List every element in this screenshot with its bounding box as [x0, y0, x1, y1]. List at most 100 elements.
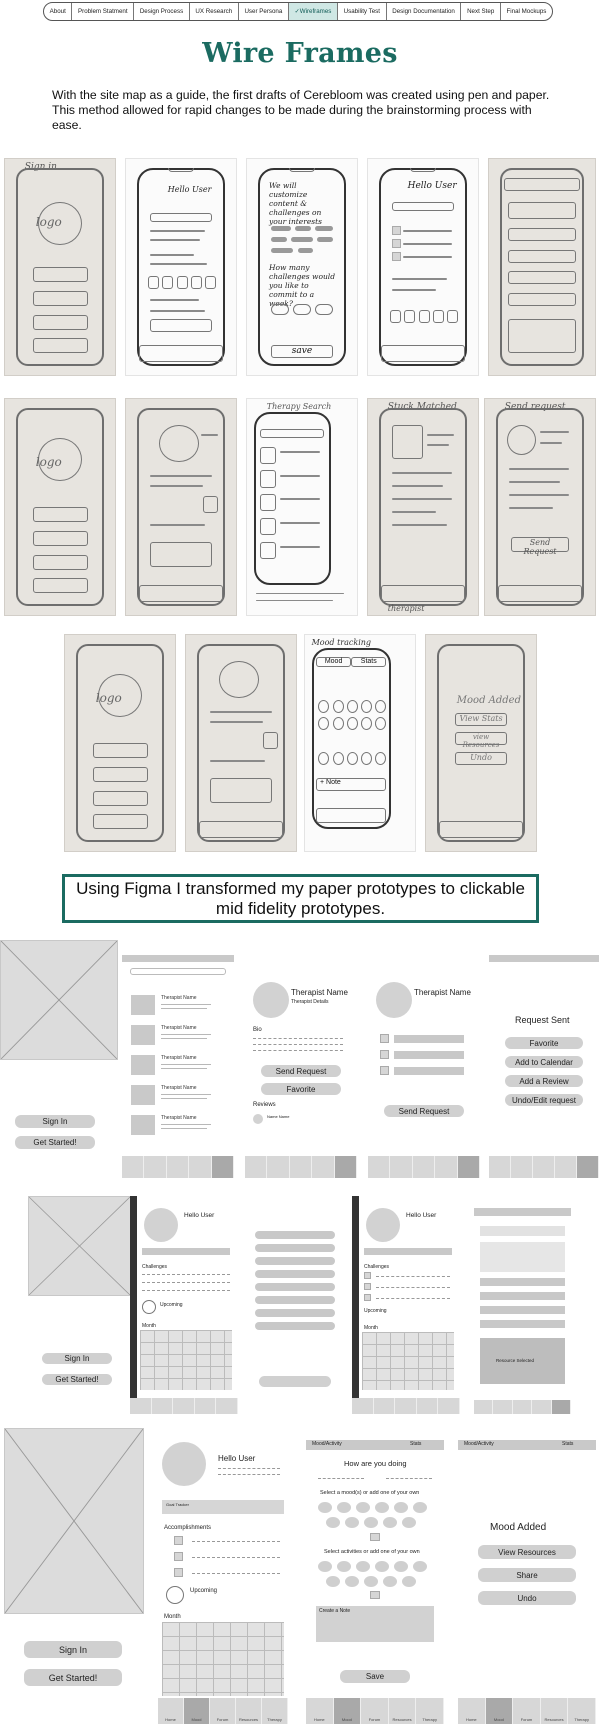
intro-text: With the site map as a guide, the first … [52, 88, 550, 132]
midfi-sign-in-2: Sign In Get Started! [28, 1196, 131, 1414]
hello-user: Hello User [218, 1454, 256, 1463]
nav-tab-label: Wireframes [299, 8, 332, 15]
get-started-button[interactable]: Get Started! [24, 1669, 122, 1686]
bottom-nav[interactable]: Home Mood Forum Resources Therapy [458, 1698, 596, 1724]
bio-label: Bio [253, 1027, 262, 1033]
bottom-nav[interactable] [474, 1400, 571, 1414]
bottom-nav-item[interactable]: Mood [184, 1698, 210, 1724]
favorite-button[interactable]: Favorite [261, 1083, 341, 1095]
bottom-nav[interactable] [122, 1156, 234, 1178]
select-mood-label: Select a mood(s) or add one of your own [320, 1490, 420, 1496]
figma-banner: Using Figma I transformed my paper proto… [62, 874, 539, 923]
therapist-name: Therapist Name [160, 1085, 197, 1091]
nav-tab-label: Next Step [467, 8, 495, 15]
sketch-mood-tab: Mood [316, 656, 352, 668]
goal-tracker [142, 1248, 230, 1255]
sign-in-button[interactable]: Sign In [15, 1115, 95, 1128]
sketch-hello-2: Hello User [407, 180, 457, 191]
share-button[interactable]: Share [478, 1568, 576, 1582]
get-started-button[interactable]: Get Started! [15, 1136, 95, 1149]
nav-tab-next-step[interactable]: Next Step [461, 3, 501, 20]
image-placeholder-icon [4, 1428, 144, 1614]
request-sent-title: Request Sent [515, 1015, 570, 1025]
bottom-nav-item[interactable]: Forum [513, 1698, 541, 1724]
sketch-therapy-home [125, 398, 237, 616]
nav-tab-ux-research[interactable]: UX Research [190, 3, 239, 20]
tab-stats[interactable]: Stats [562, 1441, 573, 1447]
sign-in-button[interactable]: Sign In [42, 1353, 112, 1364]
bottom-nav-item[interactable]: Resources [389, 1698, 417, 1724]
undo-button[interactable]: Undo [478, 1591, 576, 1605]
select-activity-label: Select activities or add one of your own [324, 1549, 420, 1555]
nav-tab-user-persona[interactable]: User Persona [239, 3, 289, 20]
get-started-button[interactable]: Get Started! [42, 1374, 112, 1385]
add-review-button[interactable]: Add a Review [505, 1075, 583, 1087]
undo-edit-button[interactable]: Undo/Edit request [505, 1094, 583, 1106]
sketch-therapist-label: therapist [387, 604, 425, 614]
bottom-nav[interactable] [130, 1398, 238, 1414]
nav-tab-wireframes[interactable]: ✓ Wireframes [288, 3, 339, 20]
tab-mood-activity[interactable]: Mood/Activity [312, 1441, 342, 1447]
sketch-view-resources: view Resources [454, 732, 508, 749]
bottom-nav-item[interactable]: Mood [333, 1698, 362, 1724]
sketch-howmany-text: How many challenges would you like to co… [269, 262, 336, 308]
nav-tab-design-process[interactable]: Design Process [134, 3, 190, 20]
nav-tab-final-mockups[interactable]: Final Mockups [501, 3, 552, 20]
bottom-nav-item[interactable]: Mood [485, 1698, 514, 1724]
create-note-label[interactable]: Create a Note [319, 1608, 350, 1614]
bottom-nav[interactable] [352, 1398, 460, 1414]
save-button[interactable]: Save [340, 1670, 410, 1683]
midfi-sign-in: Sign In Get Started! [0, 940, 118, 1178]
bottom-nav-item[interactable]: Resources [236, 1698, 262, 1724]
bottom-nav-item[interactable]: Home [306, 1698, 334, 1724]
add-to-calendar-button[interactable]: Add to Calendar [505, 1056, 583, 1068]
sketch-save: save [271, 344, 333, 358]
save-button[interactable] [259, 1376, 331, 1387]
bottom-nav-item[interactable]: Therapy [568, 1698, 596, 1724]
midfi-sign-in-3: Sign In Get Started! [0, 1428, 148, 1724]
profile-name: Therapist Name [414, 988, 471, 997]
upcoming-label: Upcoming [190, 1588, 218, 1594]
view-resources-button[interactable]: View Resources [478, 1545, 576, 1559]
sketch-caption-mood: Mood tracking [311, 638, 372, 648]
upcoming-label: Upcoming [364, 1308, 387, 1314]
bottom-nav-item[interactable]: Home [458, 1698, 486, 1724]
sketch-logo-label-3: logo [95, 691, 122, 706]
nav-tab-design-documentation[interactable]: Design Documentation [387, 3, 462, 20]
favorite-button[interactable]: Favorite [505, 1037, 583, 1049]
sketch-customize: We will customize content & challenges o… [246, 158, 358, 376]
bottom-nav[interactable] [245, 1156, 357, 1178]
send-request-button[interactable]: Send Request [261, 1065, 341, 1077]
bottom-nav-item[interactable]: Forum [210, 1698, 236, 1724]
bottom-nav-item[interactable]: Home [158, 1698, 184, 1724]
nav-tab-label: Design Documentation [392, 8, 455, 15]
sketch-sign-in-2: logo [4, 398, 116, 616]
nav-tab-about[interactable]: About [44, 3, 73, 20]
nav-tab-problem-statment[interactable]: Problem Statment [72, 3, 135, 20]
midfi-customize [245, 1196, 345, 1414]
sketch-sign-in: Sign in logo [4, 158, 116, 376]
sign-in-button[interactable]: Sign In [24, 1641, 122, 1658]
sketch-undo: Undo [454, 751, 508, 765]
bottom-nav-item[interactable]: Forum [361, 1698, 389, 1724]
midfi-resource: Resource Selected [474, 1196, 571, 1414]
bottom-nav[interactable] [489, 1156, 599, 1178]
bottom-nav-item[interactable]: Resources [541, 1698, 569, 1724]
tab-mood-activity[interactable]: Mood/Activity [464, 1441, 494, 1447]
nav-tab-label: User Persona [244, 8, 283, 15]
bottom-nav[interactable]: Home Mood Forum Resources Therapy [306, 1698, 444, 1724]
bottom-nav[interactable]: Home Mood Forum Resources Therapy [158, 1698, 288, 1724]
tab-stats[interactable]: Stats [410, 1441, 421, 1447]
bottom-nav[interactable] [368, 1156, 480, 1178]
therapist-name: Therapist Name [160, 1055, 197, 1061]
nav-tab-usability-test[interactable]: Usability Test [338, 3, 387, 20]
bottom-nav-item[interactable]: Therapy [416, 1698, 444, 1724]
search-input[interactable] [130, 968, 226, 975]
nav-tab-label: Usability Test [343, 8, 380, 15]
bottom-nav-item[interactable]: Therapy [262, 1698, 288, 1724]
challenges-label: Challenges [364, 1264, 390, 1270]
month-label: Month [164, 1614, 181, 1620]
resource-selected: Resource Selected [496, 1358, 535, 1363]
midfi-mood-activity: Mood/Activity Stats How are you doing Se… [306, 1428, 444, 1724]
send-request-button[interactable]: Send Request [384, 1105, 464, 1117]
